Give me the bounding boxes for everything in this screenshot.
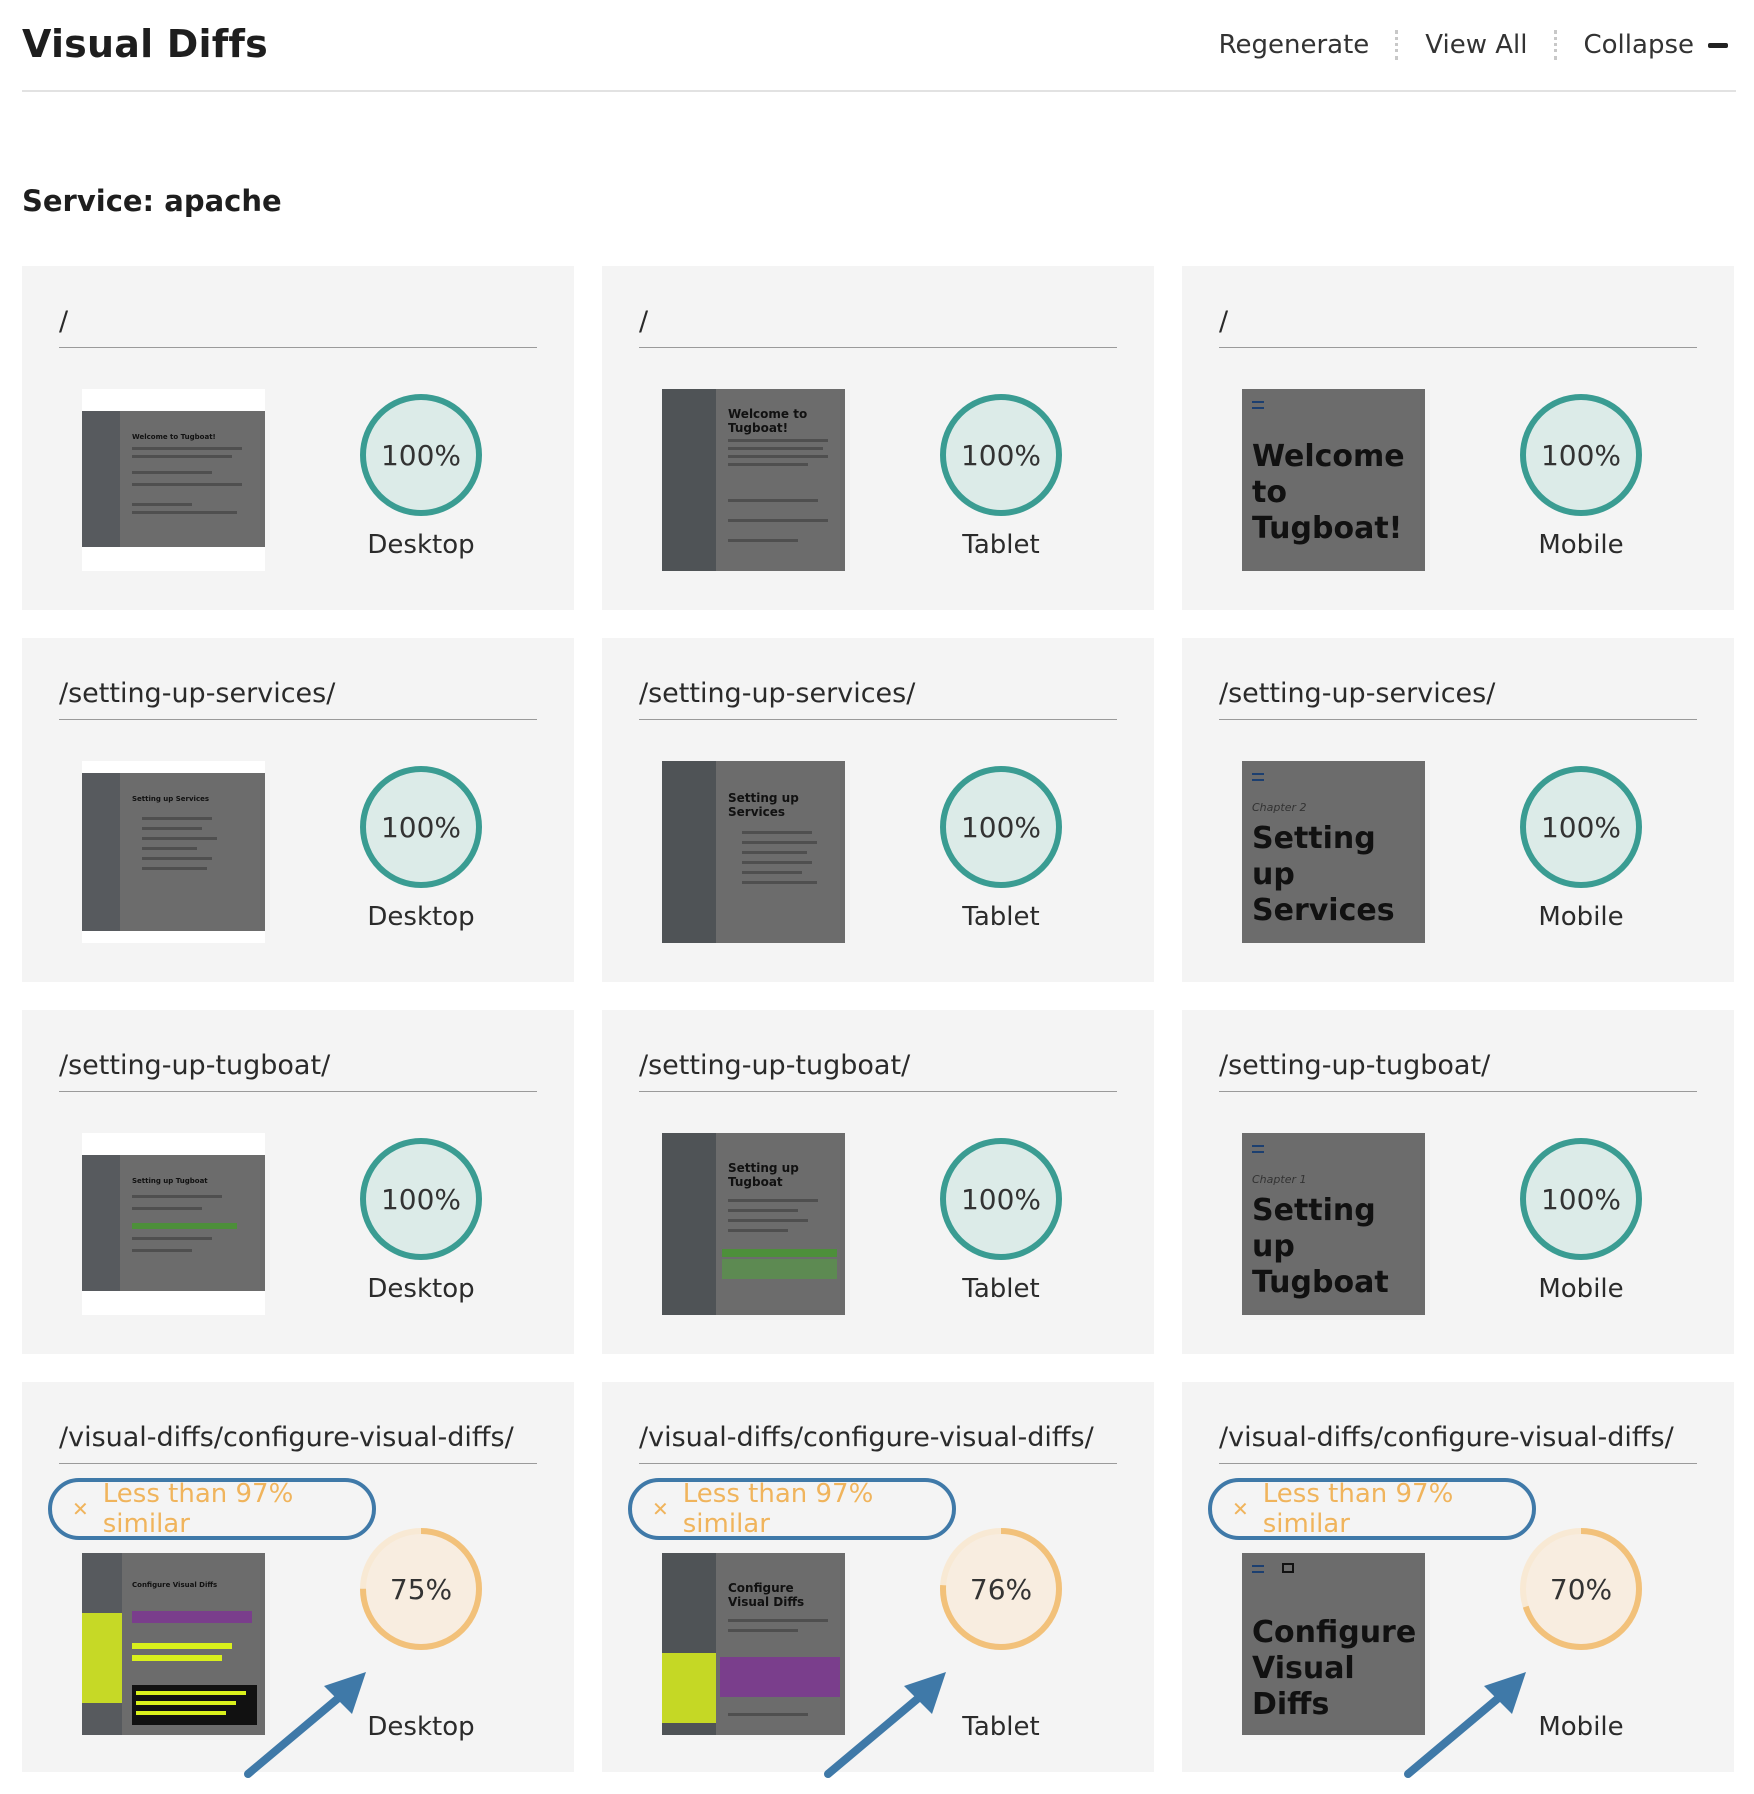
collapse-button[interactable]: Collapse [1583, 30, 1728, 60]
divider [1553, 30, 1558, 60]
screenshot-thumbnail[interactable]: Setting up Tugboat [662, 1133, 845, 1315]
arrow-icon [1404, 1672, 1526, 1778]
thumb-heading: Configure Visual Diffs [1252, 1615, 1417, 1722]
device-label: Mobile [1538, 1274, 1624, 1304]
page-title: Visual Diffs [22, 22, 268, 66]
thumb-chapter: Chapter 1 [1252, 1173, 1307, 1186]
diff-path: / [59, 306, 537, 348]
screenshot-thumbnail[interactable]: Chapter 2 Setting up Services [1242, 761, 1425, 943]
collapse-label: Collapse [1583, 30, 1695, 60]
similarity-percent: 100% [380, 1182, 462, 1216]
similarity-warning-badge: ✕ Less than 97% similar [1208, 1478, 1536, 1540]
diff-card[interactable]: / Welcome to Tugboat! 100% Mobile [1182, 266, 1734, 610]
thumb-heading: Welcome to Tugboat! [728, 407, 808, 435]
device-label: Desktop [367, 1274, 475, 1304]
warning-text: Less than 97% similar [682, 1479, 874, 1539]
close-x-icon: ✕ [72, 1497, 89, 1521]
diff-card[interactable]: /visual-diffs/configure-visual-diffs/ ✕ … [602, 1382, 1154, 1778]
screenshot-thumbnail[interactable]: Setting up Services [662, 761, 845, 943]
similarity-percent: 75% [389, 1572, 453, 1606]
thumb-heading: Setting up Tugboat [132, 1177, 208, 1185]
diff-card[interactable]: /setting-up-services/ Setting up Service… [22, 638, 574, 982]
device-label: Mobile [1538, 530, 1624, 560]
diff-card[interactable]: /visual-diffs/configure-visual-diffs/ ✕ … [1182, 1382, 1734, 1778]
device-label: Tablet [962, 902, 1040, 932]
diff-path: /visual-diffs/configure-visual-diffs/ [59, 1422, 537, 1464]
diff-card[interactable]: /setting-up-tugboat/ Chapter 1 Setting u… [1182, 1010, 1734, 1354]
header-actions: Regenerate View All Collapse [1219, 30, 1728, 60]
screenshot-thumbnail[interactable]: Welcome to Tugboat! [662, 389, 845, 571]
diff-card[interactable]: /setting-up-services/ Setting up Service… [602, 638, 1154, 982]
screenshot-thumbnail[interactable]: Setting up Tugboat [82, 1133, 265, 1315]
diff-path: /setting-up-services/ [59, 678, 537, 720]
diff-path: /visual-diffs/configure-visual-diffs/ [639, 1422, 1117, 1464]
screenshot-thumbnail[interactable]: Configure Visual Diffs [1242, 1553, 1425, 1735]
view-all-button[interactable]: View All [1425, 30, 1527, 60]
thumb-chapter: Chapter 2 [1252, 801, 1307, 814]
similarity-percent: 70% [1549, 1572, 1613, 1606]
similarity-percent: 100% [960, 810, 1042, 844]
thumb-heading: Setting up Services [1252, 821, 1395, 928]
device-label: Mobile [1538, 902, 1624, 932]
similarity-warning-badge: ✕ Less than 97% similar [48, 1478, 376, 1540]
diff-path: / [1219, 306, 1697, 348]
thumb-heading: Configure Visual Diffs [728, 1581, 805, 1609]
service-title: Service: apache [22, 184, 282, 218]
screenshot-thumbnail[interactable]: Setting up Services [82, 761, 265, 943]
device-label: Desktop [367, 530, 475, 560]
similarity-percent: 100% [1540, 810, 1622, 844]
thumb-heading: Configure Visual Diffs [132, 1581, 218, 1589]
thumb-heading: Welcome to Tugboat! [132, 433, 216, 441]
diff-card[interactable]: /setting-up-services/ Chapter 2 Setting … [1182, 638, 1734, 982]
warning-text: Less than 97% similar [102, 1479, 294, 1539]
similarity-percent: 100% [960, 438, 1042, 472]
diff-path: /visual-diffs/configure-visual-diffs/ [1219, 1422, 1697, 1464]
screenshot-thumbnail[interactable]: Welcome to Tugboat! [1242, 389, 1425, 571]
warning-text: Less than 97% similar [1262, 1479, 1454, 1539]
header: Visual Diffs Regenerate View All Collaps… [22, 0, 1736, 92]
thumb-heading: Welcome to Tugboat! [1252, 439, 1405, 546]
thumb-heading: Setting up Tugboat [728, 1161, 799, 1189]
thumb-heading: Setting up Tugboat [1252, 1193, 1389, 1300]
diff-card[interactable]: /setting-up-tugboat/ Setting up Tugboat … [22, 1010, 574, 1354]
thumb-heading: Setting up Services [132, 795, 210, 803]
similarity-percent: 100% [960, 1182, 1042, 1216]
regenerate-button[interactable]: Regenerate [1219, 30, 1370, 60]
diff-card[interactable]: /visual-diffs/configure-visual-diffs/ ✕ … [22, 1382, 574, 1778]
diff-path: /setting-up-tugboat/ [59, 1050, 537, 1092]
close-x-icon: ✕ [1232, 1497, 1249, 1521]
divider [1395, 30, 1399, 60]
screenshot-thumbnail[interactable]: Configure Visual Diffs [82, 1553, 265, 1735]
screenshot-thumbnail[interactable]: Configure Visual Diffs [662, 1553, 845, 1735]
diff-card[interactable]: / Welcome to Tugboat! 100% Desktop [22, 266, 574, 610]
diff-card[interactable]: /setting-up-tugboat/ Setting up Tugboat … [602, 1010, 1154, 1354]
similarity-percent: 100% [380, 810, 462, 844]
diff-path: /setting-up-services/ [1219, 678, 1697, 720]
close-x-icon: ✕ [652, 1497, 669, 1521]
diff-path: /setting-up-tugboat/ [639, 1050, 1117, 1092]
device-label: Tablet [962, 1274, 1040, 1304]
screenshot-thumbnail[interactable]: Welcome to Tugboat! [82, 389, 265, 571]
diff-path: / [639, 306, 1117, 348]
screenshot-thumbnail[interactable]: Chapter 1 Setting up Tugboat [1242, 1133, 1425, 1315]
similarity-percent: 76% [969, 1572, 1033, 1606]
arrow-icon [824, 1672, 946, 1778]
diff-path: /setting-up-tugboat/ [1219, 1050, 1697, 1092]
thumb-heading: Setting up Services [728, 791, 799, 819]
diff-path: /setting-up-services/ [639, 678, 1117, 720]
similarity-percent: 100% [380, 438, 462, 472]
minus-icon [1708, 43, 1728, 48]
similarity-warning-badge: ✕ Less than 97% similar [628, 1478, 956, 1540]
arrow-icon [244, 1672, 366, 1778]
device-label: Tablet [962, 530, 1040, 560]
diff-card[interactable]: / Welcome to Tugboat! 100% Tablet [602, 266, 1154, 610]
diff-grid: / Welcome to Tugboat! 100% Desktop / Wel… [22, 266, 1736, 1778]
similarity-percent: 100% [1540, 438, 1622, 472]
similarity-percent: 100% [1540, 1182, 1622, 1216]
device-label: Desktop [367, 902, 475, 932]
